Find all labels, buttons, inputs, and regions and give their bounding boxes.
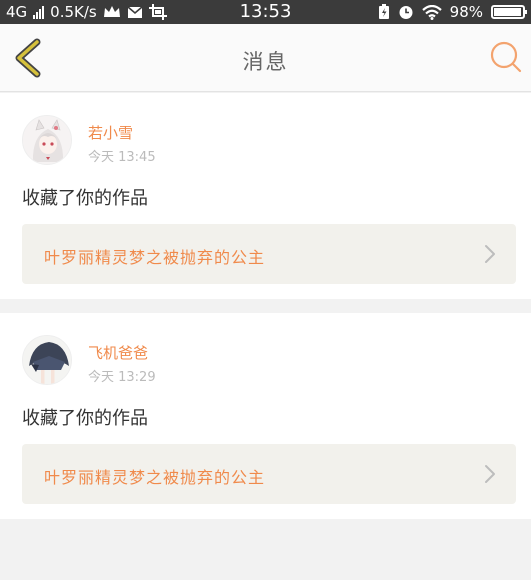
status-bar-right: 98% [378,3,527,21]
battery-percent: 98% [449,3,483,21]
message-card: 飞机爸爸 今天 13:29 收藏了你的作品 叶罗丽精灵梦之被抛弃的公主 [0,313,531,519]
work-title: 叶罗丽精灵梦之被抛弃的公主 [44,248,266,267]
username[interactable]: 若小雪 [88,122,133,143]
avatar[interactable] [22,115,72,165]
chevron-right-icon [485,245,495,263]
page-title: 消息 [242,50,289,74]
work-link[interactable]: 叶罗丽精灵梦之被抛弃的公主 [22,444,516,504]
message-time: 今天 13:45 [88,150,156,165]
wifi-icon [421,4,442,20]
work-link[interactable]: 叶罗丽精灵梦之被抛弃的公主 [22,224,516,284]
battery-saver-icon [378,4,389,19]
chevron-right-icon [485,465,495,483]
nav-bar: 消息 [0,24,531,92]
chevron-left-icon[interactable] [10,38,50,78]
message-action: 收藏了你的作品 [22,408,148,429]
avatar[interactable] [22,335,72,385]
message-time: 今天 13:29 [88,370,156,385]
username[interactable]: 飞机爸爸 [88,342,148,363]
message-card: 若小雪 今天 13:45 收藏了你的作品 叶罗丽精灵梦之被抛弃的公主 [0,93,531,299]
search-icon[interactable] [489,40,523,74]
status-bar: 4G 0.5K/s 13:53 98% [0,0,531,24]
work-title: 叶罗丽精灵梦之被抛弃的公主 [44,468,266,487]
alarm-icon [399,6,413,19]
message-action: 收藏了你的作品 [22,188,148,209]
battery-icon [491,5,527,19]
